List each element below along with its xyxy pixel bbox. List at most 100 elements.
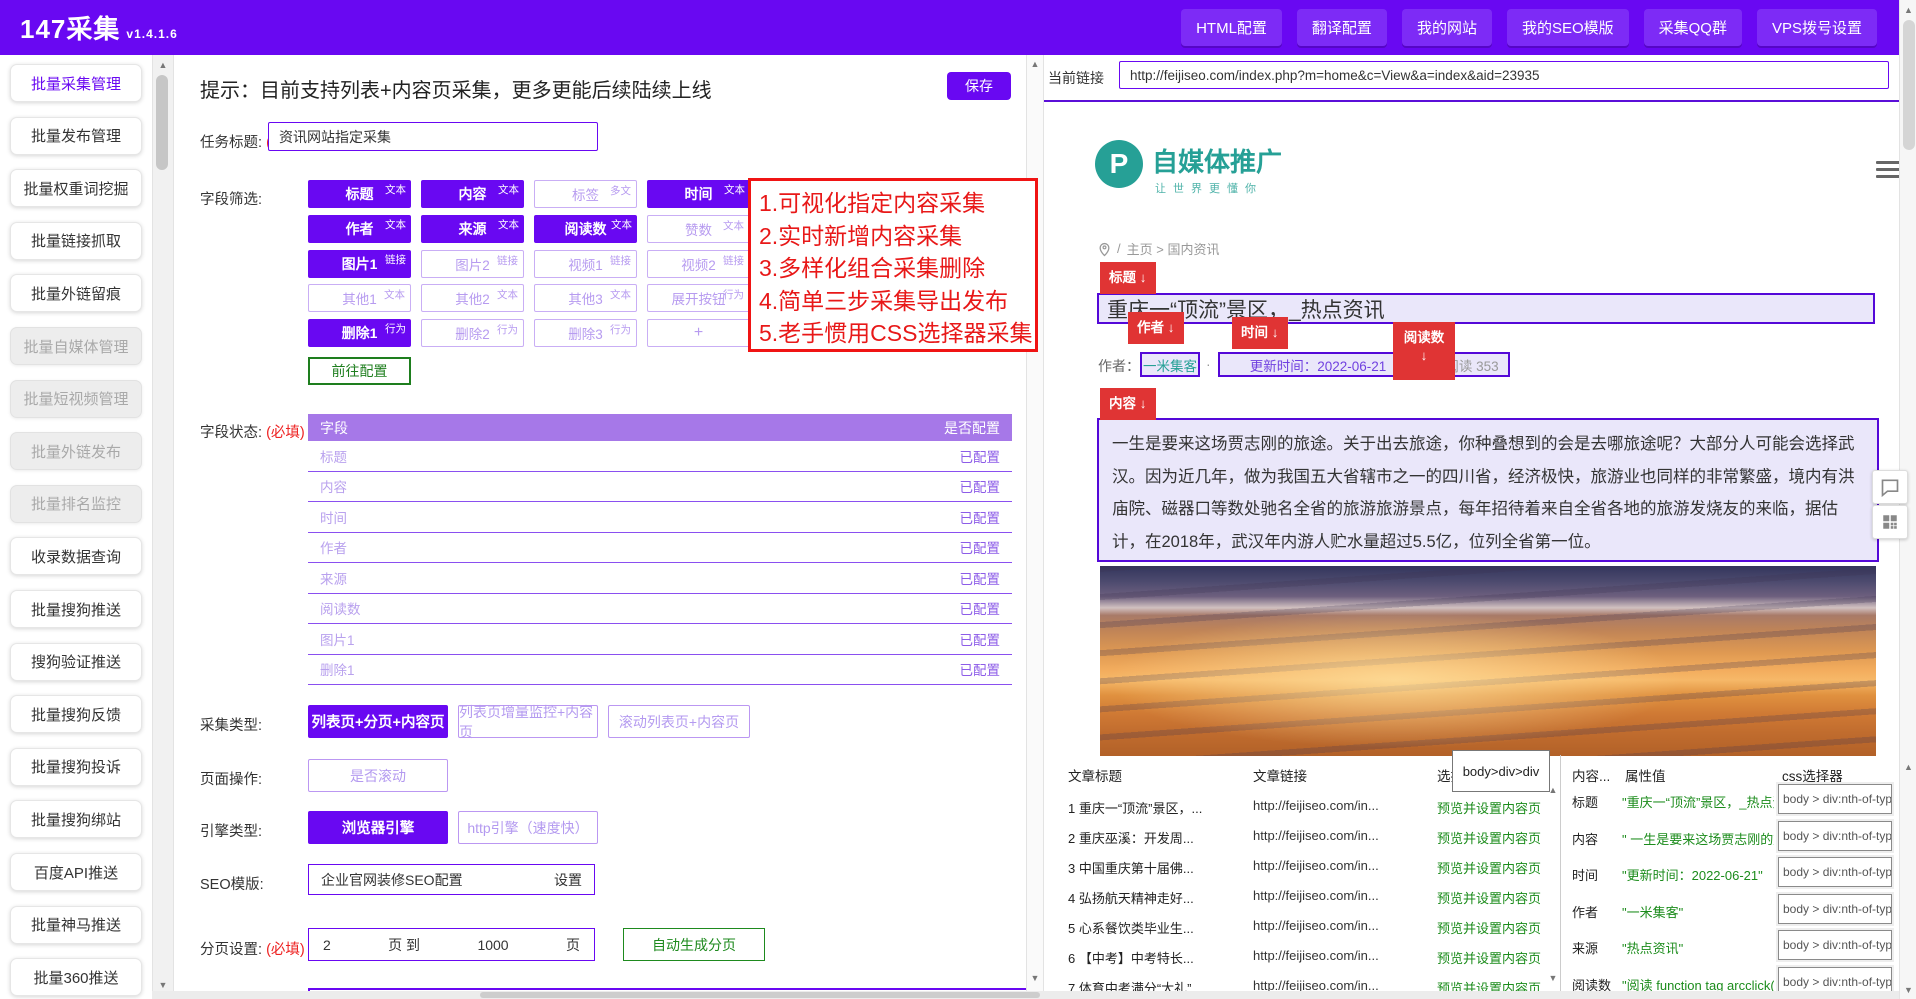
sidebar-item[interactable]: 批量链接抓取 xyxy=(10,222,142,260)
field-filter-button[interactable]: 图片2链接 xyxy=(421,250,524,278)
engine-type-option[interactable]: http引擎（速度快） xyxy=(458,811,598,844)
sidebar-item[interactable]: 批量发布管理 xyxy=(10,117,142,155)
seo-template-settings[interactable]: 设置 xyxy=(554,870,582,890)
topnav-item[interactable]: 翻译配置 xyxy=(1297,9,1387,46)
css-selector-input[interactable]: body > div:nth-of-type(1) > d... xyxy=(1778,821,1892,851)
page-to-value[interactable]: 1000 xyxy=(477,937,508,953)
scrollbar-thumb[interactable] xyxy=(1903,20,1915,150)
configured-link[interactable]: 已配置 xyxy=(960,568,1001,588)
preview-set-content-link[interactable]: 预览并设置内容页 xyxy=(1437,798,1541,817)
field-filter-button[interactable]: 来源文本 xyxy=(421,215,524,243)
css-selector-input[interactable]: body > div:nth-of-type(1) > d... xyxy=(1778,930,1892,960)
field-filter-button[interactable]: 图片1链接 xyxy=(308,250,411,278)
configured-link[interactable]: 已配置 xyxy=(960,507,1001,527)
article-link-cell[interactable]: http://feijiseo.com/in... xyxy=(1253,858,1421,873)
preview-set-content-link[interactable]: 预览并设置内容页 xyxy=(1437,918,1541,937)
field-filter-button[interactable]: 其他1文本 xyxy=(308,284,411,312)
scroll-up-icon[interactable]: ▲ xyxy=(1900,762,1916,772)
configured-link[interactable]: 已配置 xyxy=(960,629,1001,649)
sidebar-scrollbar[interactable]: ▲ ▼ xyxy=(152,55,174,999)
preview-set-content-link[interactable]: 预览并设置内容页 xyxy=(1437,948,1541,967)
sidebar-item[interactable]: 批量权重词挖掘 xyxy=(10,169,142,207)
task-title-input[interactable] xyxy=(268,122,598,151)
scrollbar-thumb[interactable] xyxy=(156,75,168,170)
field-filter-button[interactable]: 作者文本 xyxy=(308,215,411,243)
qr-widget-button[interactable] xyxy=(1872,505,1908,539)
sidebar-item[interactable]: 批量搜狗反馈 xyxy=(10,695,142,733)
seo-template-box[interactable]: 企业官网装修SEO配置 设置 xyxy=(308,864,595,895)
field-filter-button[interactable]: 视频2链接 xyxy=(647,250,750,278)
field-filter-button[interactable]: 视频1链接 xyxy=(534,250,637,278)
goto-config-button[interactable]: 前往配置 xyxy=(308,357,411,385)
preview-set-content-link[interactable]: 预览并设置内容页 xyxy=(1437,828,1541,847)
configured-link[interactable]: 已配置 xyxy=(960,476,1001,496)
sidebar-item[interactable]: 批量采集管理 xyxy=(10,64,142,102)
sidebar-item[interactable]: 批量搜狗推送 xyxy=(10,590,142,628)
collect-type-option[interactable]: 列表页增量监控+内容页 xyxy=(458,705,598,738)
auto-generate-pages-button[interactable]: 自动生成分页 xyxy=(623,928,765,961)
page-from-value[interactable]: 2 xyxy=(323,937,331,953)
save-button[interactable]: 保存 xyxy=(947,72,1011,100)
configured-link[interactable]: 已配置 xyxy=(960,446,1001,466)
article-link-cell[interactable]: http://feijiseo.com/in... xyxy=(1253,918,1421,933)
scroll-up-icon[interactable]: ▲ xyxy=(1027,59,1043,69)
articles-table-header: 文章标题 xyxy=(1068,765,1122,785)
articles-scrollbar[interactable]: ▲ ▼ xyxy=(1547,785,1559,985)
field-filter-button[interactable]: 标签多文 xyxy=(534,180,637,208)
scroll-up-icon[interactable]: ▲ xyxy=(1900,5,1916,15)
sidebar-item[interactable]: 百度API推送 xyxy=(10,853,142,891)
pagination-box[interactable]: 2 页 到 1000 页 xyxy=(308,928,595,961)
sidebar-item[interactable]: 收录数据查询 xyxy=(10,537,142,575)
annotation-line: 1.可视化指定内容采集 xyxy=(759,187,1027,220)
topnav-item[interactable]: VPS拨号设置 xyxy=(1757,9,1877,46)
topnav-item[interactable]: 采集QQ群 xyxy=(1644,9,1742,46)
sidebar-item[interactable]: 批量外链留痕 xyxy=(10,274,142,312)
field-filter-button[interactable]: 其他3文本 xyxy=(534,284,637,312)
field-filter-button[interactable]: + xyxy=(647,319,750,347)
configured-link[interactable]: 已配置 xyxy=(960,598,1001,618)
css-selector-input[interactable]: body > div:nth-of-type(1) > d... xyxy=(1778,894,1892,924)
article-link-cell[interactable]: http://feijiseo.com/in... xyxy=(1253,948,1421,963)
sidebar-item[interactable]: 搜狗验证推送 xyxy=(10,643,142,681)
field-filter-button[interactable]: 其他2文本 xyxy=(421,284,524,312)
collect-type-option[interactable]: 列表页+分页+内容页 xyxy=(308,705,448,738)
chat-widget-button[interactable] xyxy=(1872,470,1908,504)
field-filter-button[interactable]: 删除3行为 xyxy=(534,319,637,347)
sidebar-item[interactable]: 批量360推送 xyxy=(10,958,142,996)
breadcrumb[interactable]: / 主页 > 国内资讯 xyxy=(1098,239,1219,258)
scroll-down-icon[interactable]: ▼ xyxy=(153,980,173,990)
horizontal-scrollbar[interactable] xyxy=(152,991,1899,999)
css-selector-input[interactable]: body > div:nth-of-type(1) > d... xyxy=(1778,857,1892,887)
configured-link[interactable]: 已配置 xyxy=(960,659,1001,679)
field-filter-button[interactable]: 删除2行为 xyxy=(421,319,524,347)
sidebar-item[interactable]: 批量搜狗绑站 xyxy=(10,800,142,838)
field-filter-button[interactable]: 赞数文本 xyxy=(647,215,750,243)
scrollbar-thumb[interactable] xyxy=(480,992,1040,998)
scroll-down-icon[interactable]: ▼ xyxy=(1547,973,1559,983)
sidebar-item[interactable]: 批量搜狗投诉 xyxy=(10,748,142,786)
engine-type-option[interactable]: 浏览器引擎 xyxy=(308,811,448,844)
sidebar-item[interactable]: 批量神马推送 xyxy=(10,906,142,944)
preview-set-content-link[interactable]: 预览并设置内容页 xyxy=(1437,858,1541,877)
field-filter-button[interactable]: 标题文本 xyxy=(308,180,411,208)
scroll-down-icon[interactable]: ▼ xyxy=(1900,985,1916,995)
scroll-down-icon[interactable]: ▼ xyxy=(1027,973,1043,983)
field-filter-button[interactable]: 阅读数文本 xyxy=(534,215,637,243)
configured-link[interactable]: 已配置 xyxy=(960,537,1001,557)
page-action-option[interactable]: 是否滚动 xyxy=(308,759,448,792)
field-filter-button[interactable]: 删除1行为 xyxy=(308,319,411,347)
field-filter-button[interactable]: 内容文本 xyxy=(421,180,524,208)
collect-type-option[interactable]: 滚动列表页+内容页 xyxy=(608,705,750,738)
css-selector-input[interactable]: body > div:nth-of-type(1) > d... xyxy=(1778,784,1892,814)
article-link-cell[interactable]: http://feijiseo.com/in... xyxy=(1253,888,1421,903)
topnav-item[interactable]: HTML配置 xyxy=(1181,9,1282,46)
preview-set-content-link[interactable]: 预览并设置内容页 xyxy=(1437,888,1541,907)
article-link-cell[interactable]: http://feijiseo.com/in... xyxy=(1253,798,1421,813)
topnav-item[interactable]: 我的网站 xyxy=(1402,9,1492,46)
field-filter-button[interactable]: 展开按钮行为 xyxy=(647,284,750,312)
topnav-item[interactable]: 我的SEO模版 xyxy=(1507,9,1629,46)
current-link-input[interactable] xyxy=(1119,61,1889,89)
scroll-up-icon[interactable]: ▲ xyxy=(153,60,173,70)
field-filter-button[interactable]: 时间文本 xyxy=(647,180,750,208)
article-link-cell[interactable]: http://feijiseo.com/in... xyxy=(1253,828,1421,843)
